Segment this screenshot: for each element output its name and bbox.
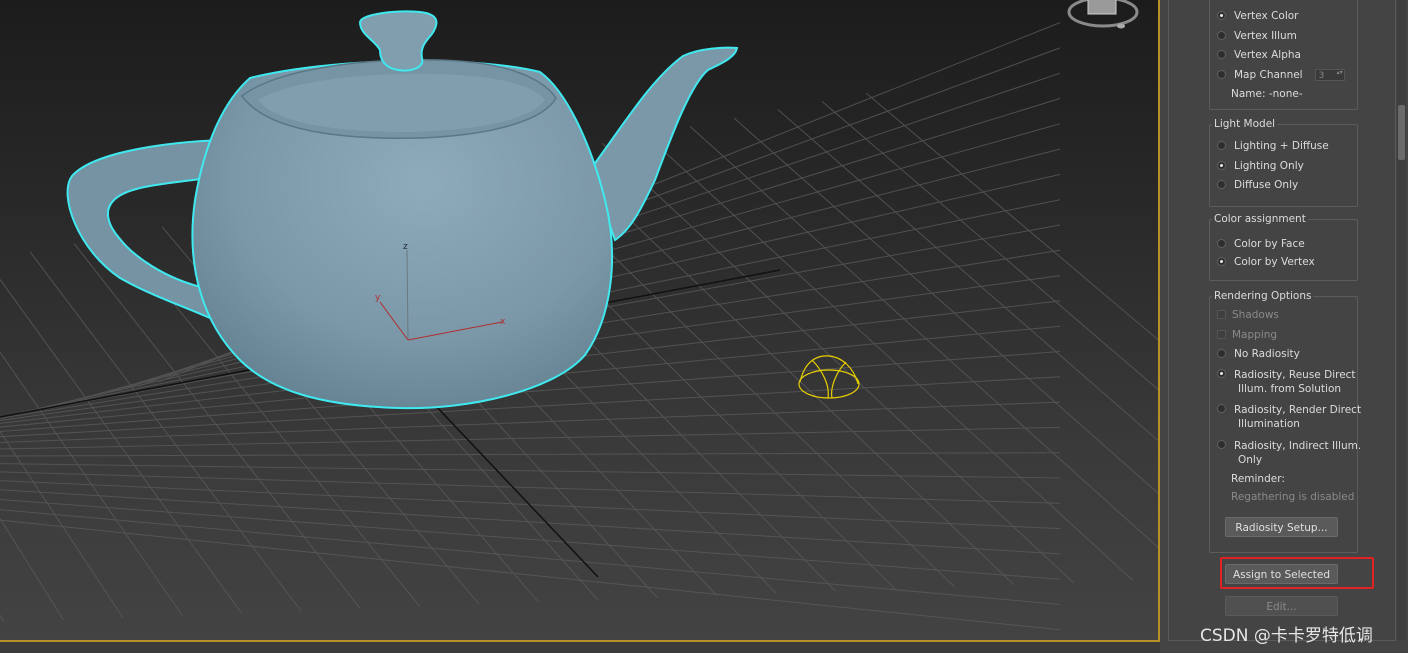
radio-label: Vertex Alpha [1234, 49, 1301, 61]
light-helper[interactable] [798, 355, 860, 399]
radio-label-line: Illum. from Solution [1238, 383, 1342, 395]
radio-button[interactable] [1217, 11, 1226, 20]
radio-label: Radiosity, Render Direct Illumination [1234, 403, 1361, 431]
grid-line [0, 498, 1061, 580]
radio-button[interactable] [1217, 141, 1226, 150]
radio-button[interactable] [1217, 50, 1226, 59]
highlight-box [1220, 557, 1374, 589]
radio-vertex-alpha[interactable]: Vertex Alpha [1217, 49, 1301, 61]
regather-text: Regathering is disabled [1231, 491, 1355, 503]
checkbox-mapping[interactable]: Mapping [1217, 329, 1277, 341]
radio-label: Vertex Color [1234, 10, 1299, 22]
radio-label-line: Radiosity, Indirect Illum. [1234, 440, 1362, 452]
view-cube[interactable] [1067, 0, 1139, 29]
checkbox-label: Mapping [1232, 329, 1278, 341]
radio-label: Lighting Only [1234, 160, 1304, 172]
radio-button[interactable] [1217, 369, 1226, 378]
radio-button[interactable] [1217, 31, 1226, 40]
command-panel: Vertex Color Vertex Illum Vertex Alpha M… [1160, 0, 1408, 653]
radio-lighting-only[interactable]: Lighting Only [1217, 160, 1304, 172]
radio-render-direct[interactable]: Radiosity, Render Direct Illumination [1217, 403, 1361, 431]
z-axis-label: z [403, 242, 408, 252]
grid-line [0, 463, 1061, 479]
radio-label-line: Illumination [1238, 418, 1300, 430]
grid-line [0, 509, 1061, 605]
panel-scrollbar[interactable] [1397, 0, 1406, 640]
radio-label: Radiosity, Reuse Direct Illum. from Solu… [1234, 368, 1356, 396]
radio-label-line: Radiosity, Reuse Direct [1234, 369, 1356, 381]
grid-line [0, 517, 64, 621]
checkbox[interactable] [1217, 310, 1226, 319]
grid-line [0, 519, 1061, 631]
y-axis-label: y [375, 293, 381, 303]
panel-scrollbar-thumb[interactable] [1398, 105, 1405, 160]
radio-button[interactable] [1217, 180, 1226, 189]
light-model-title: Light Model [1212, 118, 1278, 130]
checkbox-label: Shadows [1232, 309, 1279, 321]
radio-diffuse-only[interactable]: Diffuse Only [1217, 179, 1298, 191]
grid-line [0, 426, 1061, 450]
grid-line [0, 614, 5, 623]
radio-label-line: Radiosity, Render Direct [1234, 404, 1362, 416]
x-axis-label: x [500, 317, 506, 327]
radio-map-channel[interactable]: Map Channel 3 [1217, 69, 1345, 81]
radio-button[interactable] [1217, 404, 1226, 413]
watermark: CSDN @卡卡罗特低调 [1200, 626, 1373, 646]
color-assignment-group [1209, 219, 1358, 281]
radio-indirect-illum[interactable]: Radiosity, Indirect Illum. Only [1217, 439, 1361, 467]
channel-name-text: Name: -none- [1231, 88, 1303, 100]
radio-lighting-diffuse[interactable]: Lighting + Diffuse [1217, 140, 1329, 152]
checkbox[interactable] [1217, 330, 1226, 339]
radio-label: No Radiosity [1234, 348, 1300, 360]
radiosity-setup-button[interactable]: Radiosity Setup... [1225, 517, 1338, 537]
radio-button[interactable] [1217, 440, 1226, 449]
radio-label-line: Only [1238, 454, 1263, 466]
grid-line [733, 117, 1160, 496]
grid-line [0, 489, 1061, 555]
grid-line [0, 401, 1061, 444]
radio-label: Radiosity, Indirect Illum. Only [1234, 439, 1361, 467]
radio-button[interactable] [1217, 161, 1226, 170]
teapot[interactable] [66, 10, 739, 410]
edit-button[interactable]: Edit... [1225, 596, 1338, 616]
radio-button[interactable] [1217, 349, 1226, 358]
viewport[interactable]: z x y [0, 0, 1160, 642]
viewport-scene[interactable]: z x y [0, 0, 1160, 642]
radio-color-by-face[interactable]: Color by Face [1217, 238, 1305, 250]
radio-button[interactable] [1217, 70, 1226, 79]
radio-label: Vertex Illum [1234, 30, 1297, 42]
radio-label: Diffuse Only [1234, 179, 1299, 191]
radio-no-radiosity[interactable]: No Radiosity [1217, 348, 1300, 360]
checkbox-shadows[interactable]: Shadows [1217, 309, 1279, 321]
reminder-text: Reminder: [1231, 473, 1285, 485]
radio-vertex-color[interactable]: Vertex Color [1217, 10, 1299, 22]
radio-label: Map Channel [1234, 69, 1303, 81]
radio-label: Color by Face [1234, 238, 1305, 250]
channel-name-label: Name: -none- [1231, 88, 1303, 100]
radio-label: Color by Vertex [1234, 256, 1315, 268]
command-panel-rollout: Vertex Color Vertex Illum Vertex Alpha M… [1168, 0, 1396, 641]
regather-label: Regathering is disabled [1231, 491, 1354, 503]
reminder-label: Reminder: [1231, 473, 1285, 485]
radio-button[interactable] [1217, 257, 1226, 266]
radio-button[interactable] [1217, 239, 1226, 248]
radio-color-by-vertex[interactable]: Color by Vertex [1217, 256, 1315, 268]
radio-label: Lighting + Diffuse [1234, 140, 1329, 152]
rendering-options-title: Rendering Options [1212, 290, 1314, 302]
grid-line [689, 126, 1160, 550]
map-channel-spinner[interactable]: 3 [1314, 69, 1345, 81]
grid-line [0, 452, 1061, 457]
radio-vertex-illum[interactable]: Vertex Illum [1217, 30, 1297, 42]
color-assignment-title: Color assignment [1212, 213, 1308, 225]
radio-reuse-direct[interactable]: Radiosity, Reuse Direct Illum. from Solu… [1217, 368, 1356, 396]
